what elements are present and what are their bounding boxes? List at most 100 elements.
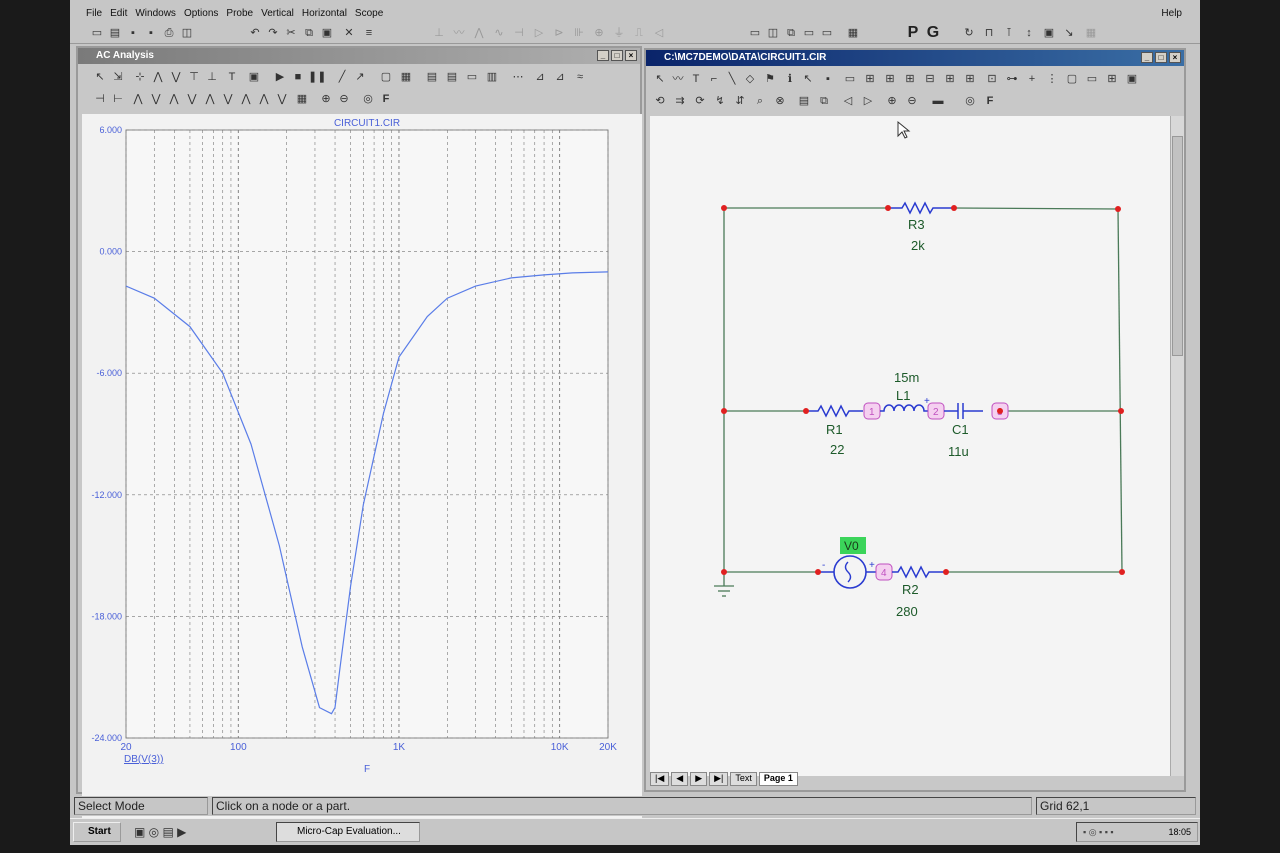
tab-next-icon[interactable]: ▶ <box>690 772 708 786</box>
properties-icon[interactable]: ▣ <box>246 69 262 85</box>
paste-icon[interactable]: ▣ <box>318 24 336 42</box>
grid-toggle-icon[interactable]: ▦ <box>1082 24 1100 42</box>
grid-icon[interactable]: ▦ <box>398 69 414 85</box>
maximize-icon[interactable]: □ <box>1155 52 1167 63</box>
run-icon[interactable]: ▶ <box>272 69 288 85</box>
probe-p-button[interactable]: P <box>904 24 922 42</box>
point-icon[interactable]: ▪ <box>820 71 836 87</box>
inductor-l1[interactable]: + 15m L1 <box>880 370 930 412</box>
macro-icon[interactable]: ⧉ <box>816 93 832 109</box>
layout2-icon[interactable]: ▤ <box>444 69 460 85</box>
probe-g-button[interactable]: G <box>924 24 942 42</box>
menu-probe[interactable]: Probe <box>226 8 253 19</box>
tab-first-icon[interactable]: |◀ <box>650 772 670 786</box>
window-icon[interactable]: ▭ <box>818 24 836 42</box>
mirror-icon[interactable]: ⟳ <box>692 93 708 109</box>
tray-icons[interactable]: ▪ ◎ ▪ ▪ ▪ <box>1083 823 1114 841</box>
print-preview-icon[interactable]: ◫ <box>178 24 196 42</box>
conditions-icon[interactable]: ⊞ <box>942 71 958 87</box>
rubber-band-icon[interactable]: ⊶ <box>1004 71 1020 87</box>
rotate-icon[interactable]: ⟲ <box>652 93 668 109</box>
vertical-scrollbar[interactable] <box>1170 116 1184 776</box>
source-tool-icon[interactable]: ⊕ <box>590 24 608 42</box>
help-icon[interactable]: ↘ <box>1060 24 1078 42</box>
transistor-tool-icon[interactable]: ⊳ <box>550 24 568 42</box>
diagonal-wire-icon[interactable]: ╲ <box>724 71 740 87</box>
layout3-icon[interactable]: ▭ <box>464 69 480 85</box>
back-icon[interactable]: ◁ <box>840 93 856 109</box>
info-icon[interactable]: ℹ <box>782 71 798 87</box>
zoom-out-icon[interactable]: ⊖ <box>336 91 352 107</box>
node-numbers-icon[interactable]: ▣ <box>1040 24 1058 42</box>
tag-icon[interactable]: ⊿ <box>532 69 548 85</box>
next-peak-icon[interactable]: ⋀ <box>166 91 182 107</box>
next-valley-icon[interactable]: ⋁ <box>184 91 200 107</box>
copy-icon[interactable]: ⧉ <box>300 24 318 42</box>
schematic-canvas[interactable]: R3 2k R1 22 1 + 15m L1 2 C1 11u V0 - + 4… <box>650 116 1184 776</box>
layout4-icon[interactable]: ▥ <box>484 69 500 85</box>
scale-icon[interactable]: ⇲ <box>110 69 126 85</box>
grid-dots-icon[interactable]: ⋮ <box>1044 71 1060 87</box>
table-icon[interactable]: ▦ <box>294 91 310 107</box>
minimize-icon[interactable]: _ <box>597 50 609 61</box>
ac-analysis-titlebar[interactable]: AC Analysis _ □ × <box>78 48 640 64</box>
pin-icon[interactable]: ↕ <box>1020 24 1038 42</box>
cut-icon[interactable]: ✂ <box>282 24 300 42</box>
save-icon[interactable]: ▪ <box>124 24 142 42</box>
menu-file[interactable]: File <box>86 8 102 19</box>
flip-y-icon[interactable]: ⇵ <box>732 93 748 109</box>
delete-icon[interactable]: ✕ <box>340 24 358 42</box>
close-icon[interactable]: × <box>625 50 637 61</box>
wire-tool-icon[interactable]: 〰 <box>450 24 468 42</box>
tile-horizontal-icon[interactable]: ▭ <box>746 24 764 42</box>
global-low-icon[interactable]: ⋁ <box>274 91 290 107</box>
low-cursor-icon[interactable]: ⋁ <box>220 91 236 107</box>
opamp-tool-icon[interactable]: ◁ <box>650 24 668 42</box>
menu-scope[interactable]: Scope <box>355 8 383 19</box>
close-icon[interactable]: × <box>1169 52 1181 63</box>
zoom-out-icon[interactable]: ⊖ <box>904 93 920 109</box>
wave-tool-icon[interactable]: ≈ <box>572 69 588 85</box>
tab-prev-icon[interactable]: ◀ <box>671 772 689 786</box>
rotate-icon[interactable]: ↻ <box>960 24 978 42</box>
switch-tool-icon[interactable]: ⎍ <box>630 24 648 42</box>
ground-tool-icon[interactable]: ⏚ <box>610 24 628 42</box>
global-high-icon[interactable]: ⋀ <box>256 91 272 107</box>
layout1-icon[interactable]: ▤ <box>424 69 440 85</box>
menu-vertical[interactable]: Vertical <box>261 8 294 19</box>
tab-text[interactable]: Text <box>730 772 757 786</box>
capacitor-c1[interactable]: C1 11u <box>944 403 983 459</box>
show-all-icon[interactable]: ⊞ <box>1104 71 1120 87</box>
page-icon[interactable]: ▣ <box>1124 71 1140 87</box>
text-tool-icon[interactable]: T <box>224 69 240 85</box>
cross-hair-icon[interactable]: + <box>1024 71 1040 87</box>
quick-launch-icons[interactable]: ▣ ◎ ▤ ▶ <box>134 825 186 839</box>
left-cursor-icon[interactable]: ⊣ <box>92 91 108 107</box>
box-icon[interactable]: ▢ <box>378 69 394 85</box>
low-icon[interactable]: ⊥ <box>204 69 220 85</box>
battery-tool-icon[interactable]: ⊪ <box>570 24 588 42</box>
capacitor-tool-icon[interactable]: ⊣ <box>510 24 528 42</box>
print-icon[interactable]: ⎙ <box>160 24 178 42</box>
text-flag-icon[interactable]: ⊺ <box>1000 24 1018 42</box>
new-file-icon[interactable]: ▭ <box>88 24 106 42</box>
bill-of-materials-icon[interactable]: ▤ <box>796 93 812 109</box>
flip-icon[interactable]: ↯ <box>712 93 728 109</box>
open-folder-icon[interactable]: ▤ <box>106 24 124 42</box>
flag-icon[interactable]: ⚑ <box>762 71 778 87</box>
plot-area[interactable]: 6.000 0.000 -6.000 -12.000 -18.000 -24.000 20 1… <box>82 114 642 834</box>
taskbar-item-microcap[interactable]: Micro-Cap Evaluation... <box>276 822 420 842</box>
diode-tool-icon[interactable]: ▷ <box>530 24 548 42</box>
binoculars-icon[interactable]: ⊗ <box>772 93 788 109</box>
tab-page-1[interactable]: Page 1 <box>758 772 798 786</box>
attribute-icon[interactable]: ⊓ <box>980 24 998 42</box>
menu-help[interactable]: Help <box>1161 8 1182 19</box>
numeric-icon[interactable]: ◎ <box>360 91 376 107</box>
schematic-titlebar[interactable]: C:\MC7DEMO\DATA\CIRCUIT1.CIR _ □ × <box>646 50 1184 66</box>
high-cursor-icon[interactable]: ⋀ <box>202 91 218 107</box>
node-voltages-icon[interactable]: ⊞ <box>882 71 898 87</box>
voltage-source-v0[interactable]: V0 - + <box>818 537 876 589</box>
step-icon[interactable]: ⇉ <box>672 93 688 109</box>
zoom-in-icon[interactable]: ⊕ <box>884 93 900 109</box>
graphics-icon[interactable]: ◇ <box>742 71 758 87</box>
